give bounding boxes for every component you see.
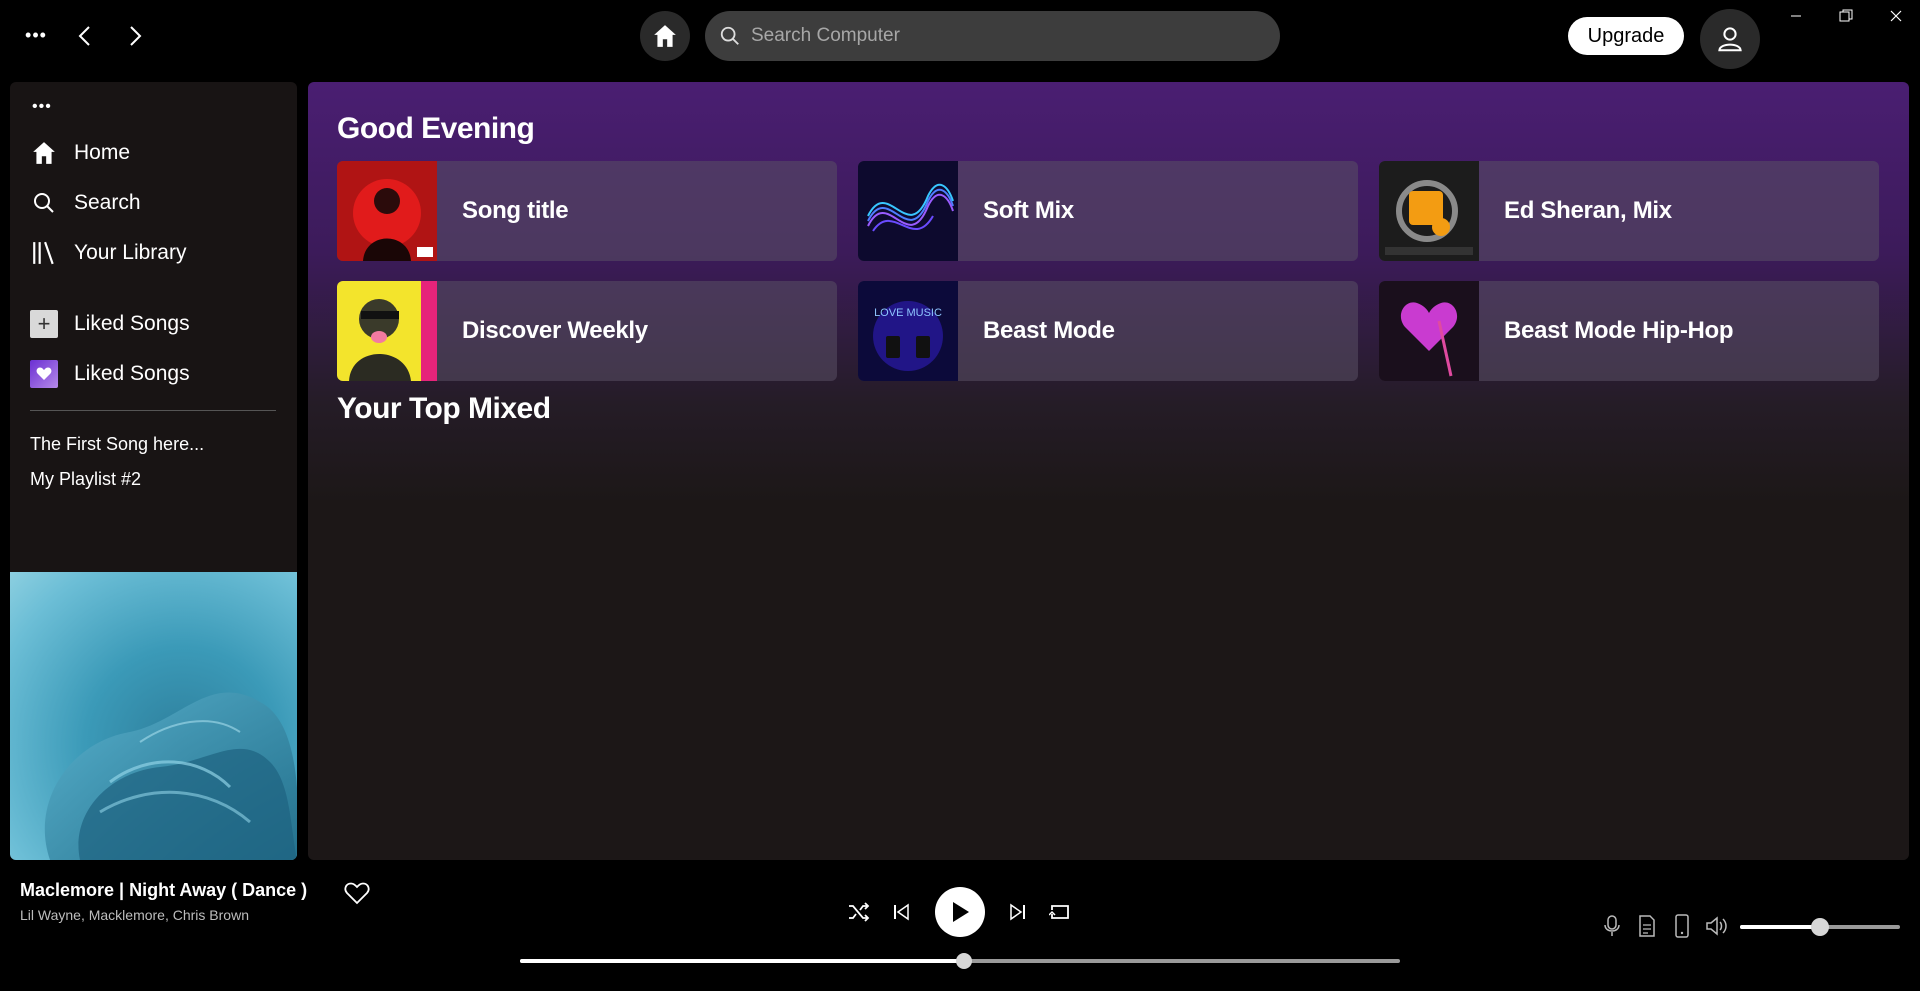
playback-progress-bar[interactable] xyxy=(520,953,1400,969)
progress-fill xyxy=(520,959,965,963)
close-icon[interactable] xyxy=(1876,2,1916,30)
shortcut-card[interactable]: Ed Sheran, Mix xyxy=(1379,161,1879,261)
svg-text:LOVE MUSIC: LOVE MUSIC xyxy=(874,307,942,319)
volume-handle[interactable] xyxy=(1811,918,1829,936)
card-title: Ed Sheran, Mix xyxy=(1504,197,1672,224)
card-title: Beast Mode Hip-Hop xyxy=(1504,317,1734,344)
sidebar-more-icon[interactable]: ••• xyxy=(32,98,52,116)
shortcut-card[interactable]: Beast Mode Hip-Hop xyxy=(1379,281,1879,381)
sidebar: ••• Home Search Your Library + Liked Son… xyxy=(10,82,297,860)
card-title: Song title xyxy=(462,197,569,224)
sidebar-item-label: Home xyxy=(74,141,131,164)
user-icon xyxy=(1718,27,1742,52)
microphone-icon[interactable] xyxy=(1600,914,1624,938)
chevron-left-icon[interactable] xyxy=(70,22,98,50)
more-dots-icon[interactable]: ••• xyxy=(20,22,52,48)
restore-icon[interactable] xyxy=(1826,2,1866,30)
queue-icon[interactable] xyxy=(1635,914,1659,938)
shortcut-card[interactable]: Song title xyxy=(337,161,837,261)
section-title-top-mixed: Your Top Mixed xyxy=(337,392,551,425)
search-icon xyxy=(720,26,739,45)
now-playing-album-art[interactable] xyxy=(10,572,297,860)
volume-slider[interactable] xyxy=(1740,918,1900,936)
card-title: Beast Mode xyxy=(983,317,1115,344)
device-icon[interactable] xyxy=(1670,914,1694,938)
profile-button[interactable] xyxy=(1700,9,1760,69)
yellow-portrait-cover xyxy=(337,281,437,381)
sidebar-item-label: Search xyxy=(74,191,141,214)
chevron-right-icon[interactable] xyxy=(122,22,150,50)
greeting-title: Good Evening xyxy=(337,112,535,145)
one-day-cover xyxy=(1379,161,1479,261)
top-bar: ••• Upgrade xyxy=(0,0,1920,70)
now-playing-artists[interactable]: Lil Wayne, Macklemore, Chris Brown xyxy=(20,907,249,923)
home-icon xyxy=(30,139,58,167)
play-button[interactable] xyxy=(935,887,985,937)
sidebar-item-search[interactable]: Search xyxy=(30,186,141,220)
sidebar-item-label: Liked Songs xyxy=(74,362,190,385)
search-bar[interactable] xyxy=(705,11,1280,61)
pink-heart-cover xyxy=(1379,281,1479,381)
search-input[interactable] xyxy=(751,25,1251,47)
sidebar-playlist[interactable]: My Playlist #2 xyxy=(30,469,141,490)
main-content: Good Evening Song title Soft Mix Ed Sher… xyxy=(308,82,1909,860)
card-title: Discover Weekly xyxy=(462,317,648,344)
shortcut-card[interactable]: LOVE MUSIC Beast Mode xyxy=(858,281,1358,381)
sidebar-item-label: Your Library xyxy=(74,241,187,264)
volume-icon[interactable] xyxy=(1705,914,1729,938)
sidebar-item-label: Liked Songs xyxy=(74,312,190,335)
sidebar-item-library[interactable]: Your Library xyxy=(30,236,186,270)
library-icon xyxy=(30,239,58,267)
home-button[interactable] xyxy=(640,11,690,61)
shortcut-card[interactable]: Soft Mix xyxy=(858,161,1358,261)
love-music-cover: LOVE MUSIC xyxy=(858,281,958,381)
now-playing-title[interactable]: Maclemore | Night Away ( Dance ) xyxy=(20,880,307,901)
progress-handle[interactable] xyxy=(956,953,973,969)
play-icon xyxy=(953,902,969,922)
heart-icon[interactable] xyxy=(344,882,372,910)
player-bar: Maclemore | Night Away ( Dance ) Lil Way… xyxy=(0,860,1920,991)
home-icon xyxy=(654,25,676,47)
shuffle-icon[interactable] xyxy=(845,898,873,926)
sidebar-divider xyxy=(30,410,276,411)
volume-fill xyxy=(1740,925,1820,929)
blue-wave-cover xyxy=(858,161,958,261)
sidebar-item-liked-songs[interactable]: Liked Songs xyxy=(30,357,190,391)
sidebar-item-create-playlist[interactable]: + Liked Songs xyxy=(30,307,190,341)
next-icon[interactable] xyxy=(1004,898,1032,926)
card-title: Soft Mix xyxy=(983,197,1074,224)
previous-icon[interactable] xyxy=(887,898,915,926)
shortcut-card[interactable]: Discover Weekly xyxy=(337,281,837,381)
upgrade-button[interactable]: Upgrade xyxy=(1568,17,1684,55)
red-portrait-cover xyxy=(337,161,437,261)
heart-icon xyxy=(30,360,58,388)
sidebar-item-home[interactable]: Home xyxy=(30,136,130,170)
repeat-icon[interactable] xyxy=(1046,898,1074,926)
sidebar-playlist[interactable]: The First Song here... xyxy=(30,434,204,455)
plus-icon: + xyxy=(30,310,58,338)
search-icon xyxy=(30,189,58,217)
minimize-icon[interactable] xyxy=(1776,2,1816,30)
